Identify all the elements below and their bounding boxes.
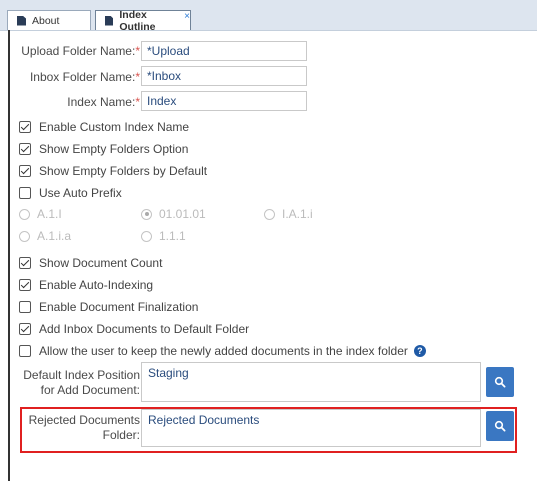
option-label: Enable Document Finalization: [39, 300, 199, 314]
radio-label: A.1.I: [37, 207, 62, 221]
option-enable-auto-indexing[interactable]: Enable Auto-Indexing: [19, 278, 153, 292]
radio-label: A.1.i.a: [37, 229, 72, 243]
option-label: Use Auto Prefix: [39, 186, 122, 200]
checkbox[interactable]: [19, 257, 31, 269]
prefix-option-010101[interactable]: 01.01.01: [141, 207, 206, 221]
option-label: Allow the user to keep the newly added d…: [39, 344, 408, 358]
checkbox[interactable]: [19, 279, 31, 291]
option-use-auto-prefix[interactable]: Use Auto Prefix: [19, 186, 122, 200]
highlight-box: [20, 407, 517, 453]
radio[interactable]: [264, 208, 275, 220]
checkbox[interactable]: [19, 323, 31, 335]
checkbox[interactable]: [19, 345, 31, 357]
tab-about[interactable]: About: [7, 10, 91, 30]
index-name-label: Index Name:*: [14, 95, 140, 110]
prefix-option-111[interactable]: 1.1.1: [141, 229, 186, 243]
inbox-folder-input[interactable]: *Inbox: [141, 66, 307, 86]
radio[interactable]: [19, 208, 30, 220]
prefix-option-a1ia[interactable]: A.1.i.a: [19, 229, 71, 243]
index-name-label-text: Index Name:: [67, 95, 136, 109]
option-label: Show Document Count: [39, 256, 163, 270]
radio[interactable]: [141, 208, 152, 220]
close-icon[interactable]: ×: [184, 11, 190, 22]
option-show-document-count[interactable]: Show Document Count: [19, 256, 162, 270]
prefix-option-ia1i[interactable]: I.A.1.i: [264, 207, 313, 221]
option-label: Show Empty Folders Option: [39, 142, 189, 156]
option-label: Enable Custom Index Name: [39, 120, 190, 134]
required-marker: *: [135, 95, 140, 109]
required-marker: *: [135, 44, 140, 58]
checkbox[interactable]: [19, 121, 31, 133]
help-icon[interactable]: ?: [413, 345, 426, 357]
radio-label: 01.01.01: [159, 207, 206, 221]
index-name-input[interactable]: Index: [141, 91, 307, 111]
checkbox[interactable]: [19, 301, 31, 313]
required-marker: *: [135, 70, 140, 84]
tab-about-label: About: [32, 14, 60, 27]
checkbox[interactable]: [19, 143, 31, 155]
checkbox[interactable]: [19, 165, 31, 177]
option-allow-keep-new-documents[interactable]: Allow the user to keep the newly added d…: [19, 344, 426, 358]
default-index-position-search-button[interactable]: [486, 367, 514, 397]
inbox-folder-label-text: Inbox Folder Name:: [29, 70, 136, 84]
upload-folder-input[interactable]: *Upload: [141, 41, 307, 61]
radio-label: I.A.1.i: [282, 207, 313, 221]
option-show-empty-folders-default[interactable]: Show Empty Folders by Default: [19, 164, 207, 178]
panel-border: [8, 30, 10, 481]
option-show-empty-folders[interactable]: Show Empty Folders Option: [19, 142, 188, 156]
radio[interactable]: [141, 230, 152, 242]
label-line: Default Index Position: [23, 368, 140, 382]
default-index-position-label: Default Index Position for Add Document:: [14, 368, 140, 398]
radio-label: 1.1.1: [159, 229, 186, 243]
document-icon: [17, 15, 26, 26]
upload-folder-label: Upload Folder Name:*: [14, 44, 140, 59]
inbox-folder-label: Inbox Folder Name:*: [14, 70, 140, 85]
tab-index-outline-label: Index Outline: [119, 8, 156, 33]
default-index-position-field[interactable]: Staging: [141, 362, 481, 402]
option-label: Add Inbox Documents to Default Folder: [39, 322, 250, 336]
search-icon: [494, 376, 506, 388]
checkbox[interactable]: [19, 187, 31, 199]
option-enable-document-finalization[interactable]: Enable Document Finalization: [19, 300, 198, 314]
option-enable-custom-index-name[interactable]: Enable Custom Index Name: [19, 120, 189, 134]
tab-index-outline[interactable]: Index Outline ×: [95, 8, 191, 33]
option-label: Show Empty Folders by Default: [39, 164, 208, 178]
prefix-option-a1i[interactable]: A.1.I: [19, 207, 62, 221]
document-icon: [105, 15, 114, 26]
tab-bar: About Index Outline ×: [0, 0, 537, 33]
label-line: for Add Document:: [40, 383, 140, 397]
upload-folder-label-text: Upload Folder Name:: [21, 44, 136, 58]
option-add-inbox-documents[interactable]: Add Inbox Documents to Default Folder: [19, 322, 249, 336]
option-label: Enable Auto-Indexing: [39, 278, 154, 292]
radio[interactable]: [19, 230, 30, 242]
